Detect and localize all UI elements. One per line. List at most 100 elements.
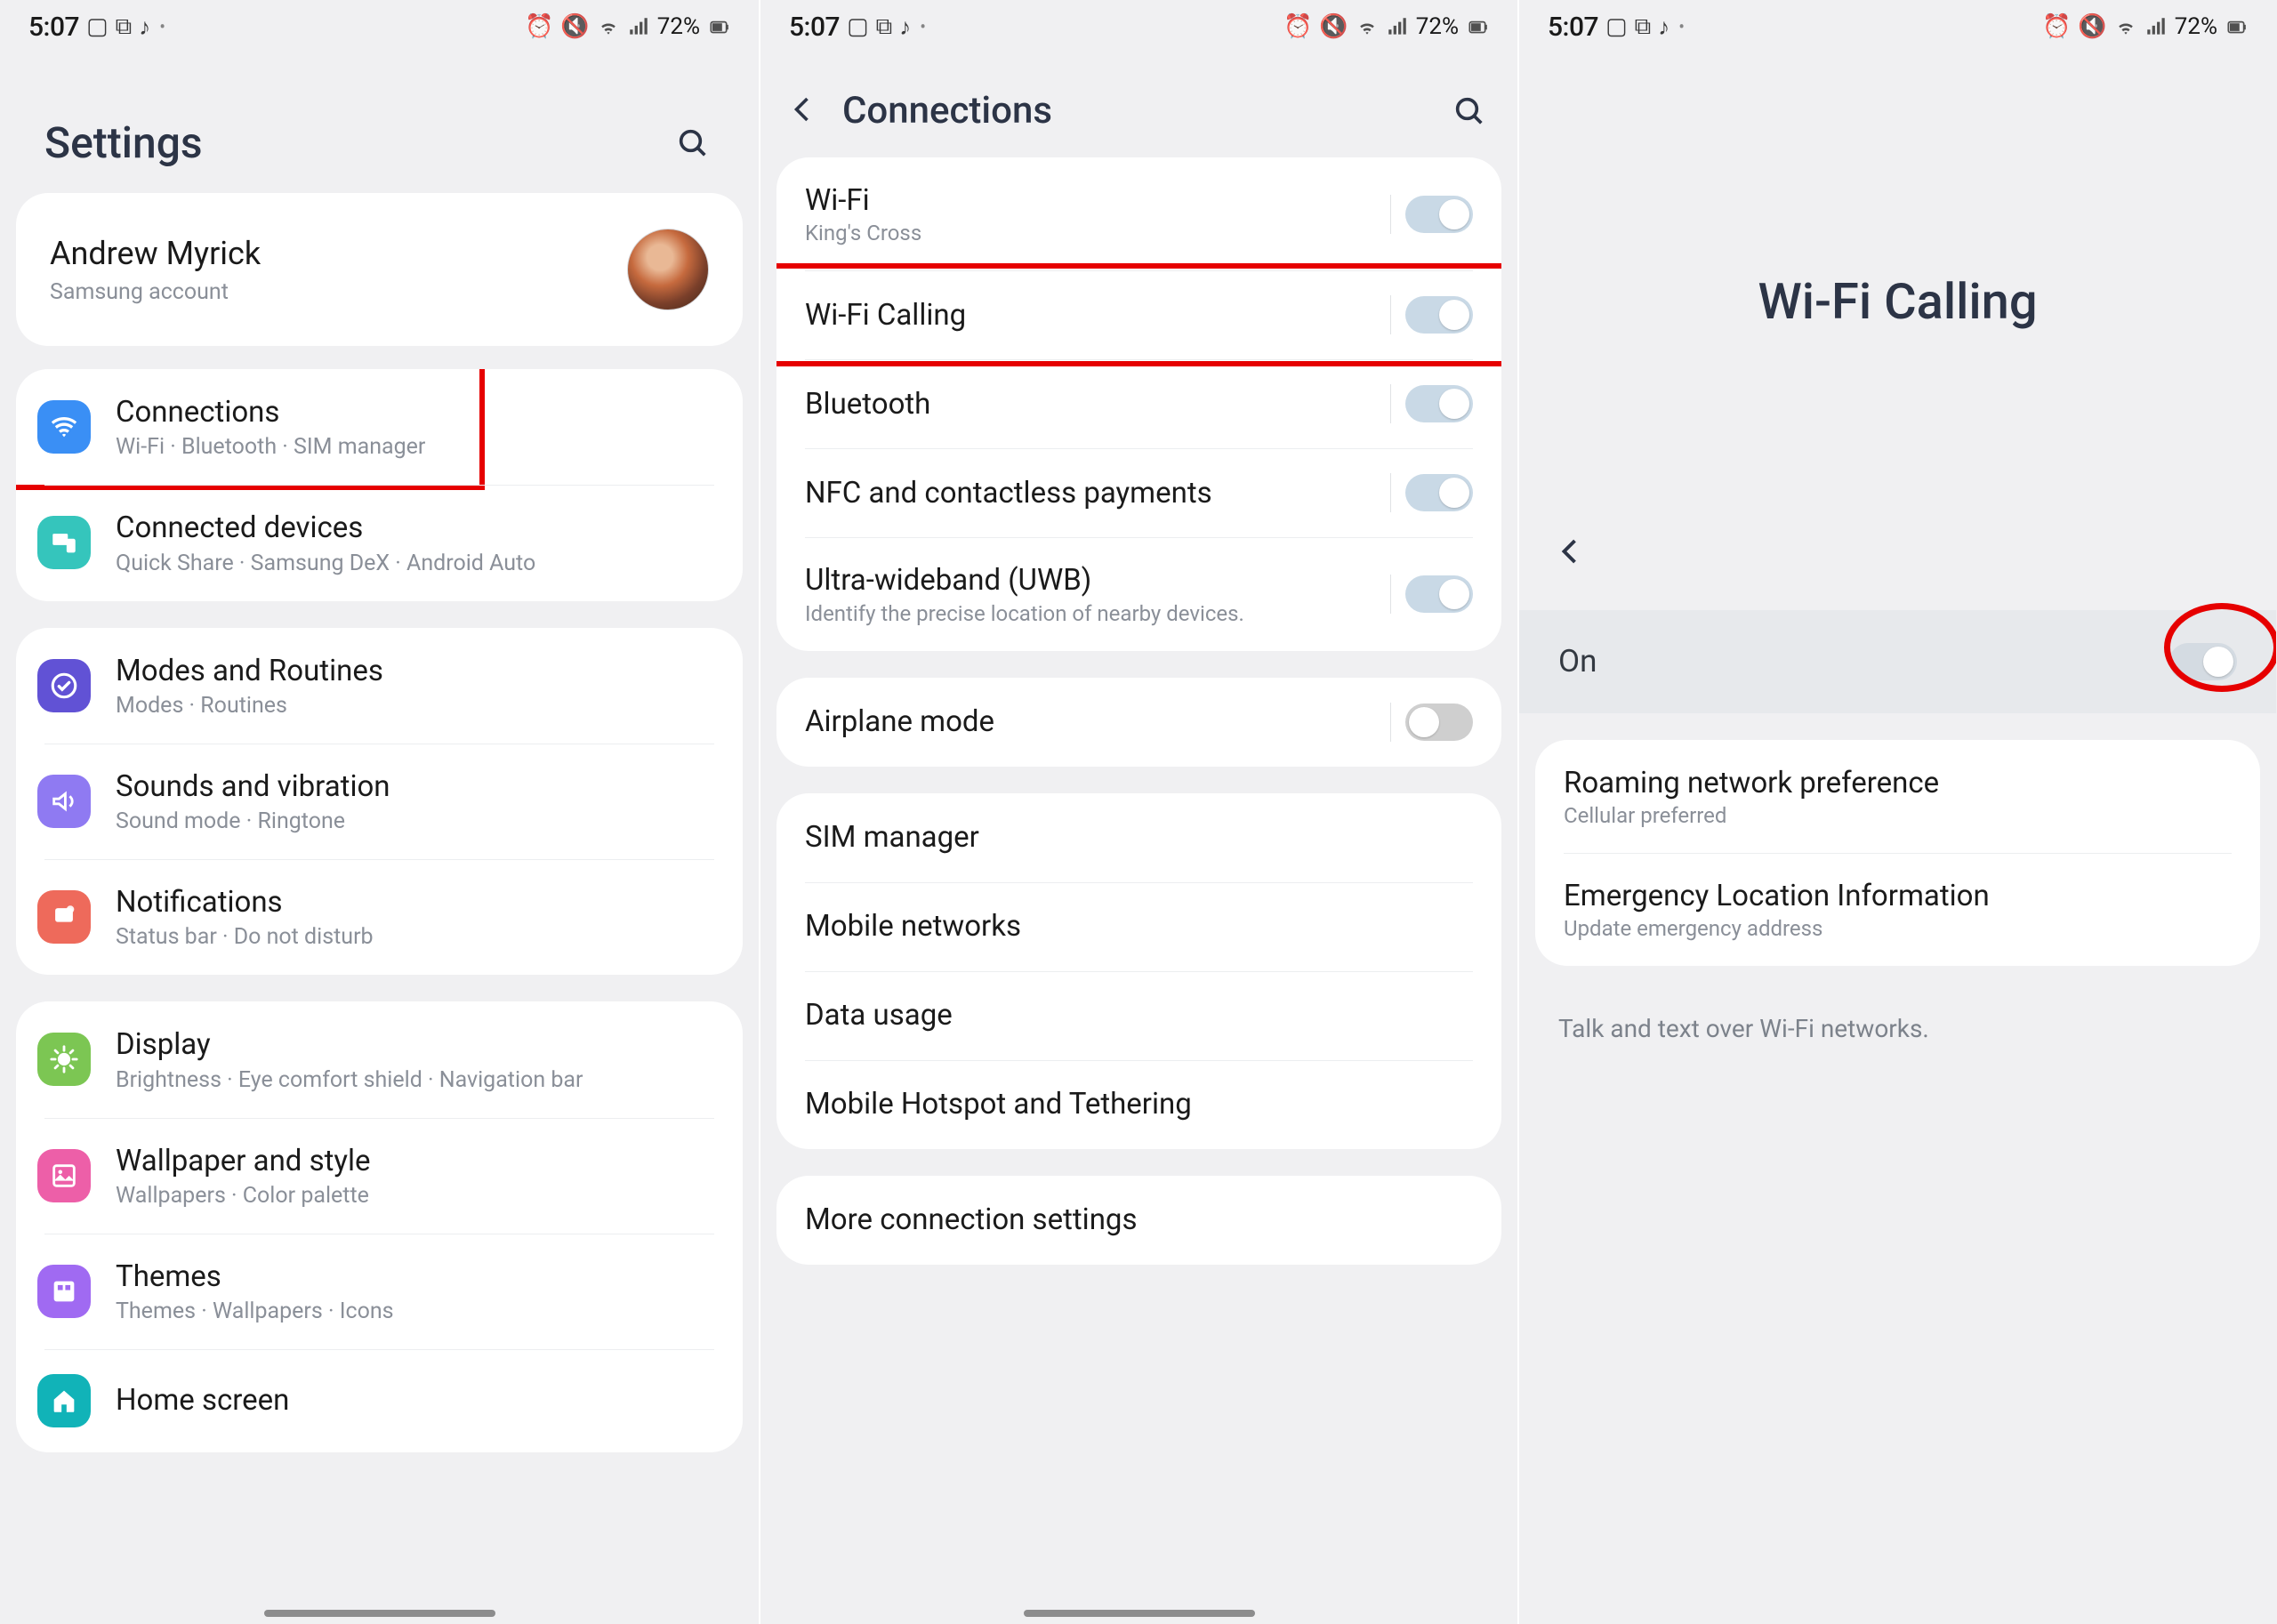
screen-connections: 5:07 ▢ ⧉ ♪ • ⏰ 🔇 72% Connections Wi-FiKi…	[759, 0, 1517, 1624]
row-airplane[interactable]: Airplane mode	[776, 678, 1501, 767]
status-time: 5:07	[28, 12, 79, 43]
settings-row-sounds[interactable]: Sounds and vibration Sound mode · Ringto…	[16, 744, 743, 859]
row-title: Wi-Fi	[805, 182, 1390, 219]
signal-icon	[2144, 15, 2168, 38]
row-sub: Wi-Fi · Bluetooth · SIM manager	[116, 434, 714, 460]
row-title: Wi-Fi Calling	[805, 297, 1390, 334]
row-wifi-calling[interactable]: Wi-Fi Calling	[776, 270, 1501, 359]
row-title: SIM manager	[805, 819, 1473, 856]
settings-row-wallpaper[interactable]: Wallpaper and style Wallpapers · Color p…	[16, 1118, 743, 1234]
settings-row-notifications[interactable]: Notifications Status bar · Do not distur…	[16, 859, 743, 975]
home-indicator[interactable]	[264, 1610, 495, 1617]
more-icon: •	[1678, 16, 1685, 37]
airplane-toggle[interactable]	[1405, 703, 1473, 741]
avatar[interactable]	[627, 229, 709, 310]
row-data[interactable]: Data usage	[776, 971, 1501, 1060]
row-e911[interactable]: Emergency Location InformationUpdate eme…	[1535, 853, 2260, 966]
row-title: Bluetooth	[805, 386, 1390, 422]
screenshot-icon: ⧉	[1635, 13, 1652, 41]
row-title: Connections	[116, 394, 714, 430]
row-roaming[interactable]: Roaming network preferenceCellular prefe…	[1535, 740, 2260, 853]
battery-icon	[2225, 15, 2248, 38]
sounds-icon	[37, 775, 91, 828]
settings-group: Connections Wi-Fi · Bluetooth · SIM mana…	[16, 369, 743, 601]
divider	[1390, 384, 1391, 423]
row-title: Emergency Location Information	[1564, 878, 2232, 914]
connections-header: Connections	[760, 50, 1517, 157]
alarm-icon: ⏰	[525, 13, 553, 40]
back-button[interactable]	[787, 93, 819, 129]
row-title: Connected devices	[116, 510, 714, 546]
music-icon: ♪	[899, 13, 911, 41]
settings-row-display[interactable]: Display Brightness · Eye comfort shield …	[16, 1001, 743, 1117]
search-icon	[1452, 93, 1487, 129]
row-title: Ultra-wideband (UWB)	[805, 562, 1390, 599]
row-sim[interactable]: SIM manager	[776, 793, 1501, 882]
signal-icon	[627, 15, 650, 38]
master-toggle-row[interactable]: On	[1519, 610, 2276, 713]
wifi-calling-options: Roaming network preferenceCellular prefe…	[1535, 740, 2260, 967]
settings-row-modes[interactable]: Modes and Routines Modes · Routines	[16, 628, 743, 744]
modes-icon	[37, 659, 91, 712]
row-title: Themes	[116, 1258, 714, 1295]
row-mobile[interactable]: Mobile networks	[776, 882, 1501, 971]
row-title: Mobile Hotspot and Tethering	[805, 1086, 1473, 1122]
account-row[interactable]: Andrew Myrick Samsung account	[16, 193, 743, 346]
gallery-icon: ▢	[86, 13, 109, 40]
account-sub: Samsung account	[50, 279, 261, 305]
back-button[interactable]	[1519, 535, 2276, 610]
connections-group-3: SIM manager Mobile networks Data usage Mobi…	[776, 793, 1501, 1149]
battery-icon	[1466, 15, 1489, 38]
master-toggle[interactable]	[2169, 643, 2237, 680]
search-button[interactable]	[672, 122, 714, 165]
themes-icon	[37, 1265, 91, 1318]
row-wifi[interactable]: Wi-FiKing's Cross	[776, 157, 1501, 270]
row-title: Notifications	[116, 884, 714, 921]
wifi-icon	[2114, 15, 2137, 38]
row-hotspot[interactable]: Mobile Hotspot and Tethering	[776, 1060, 1501, 1149]
connections-group-4: More connection settings	[776, 1176, 1501, 1265]
status-bar: 5:07 ▢ ⧉ ♪ • ⏰ 🔇 72%	[760, 0, 1517, 50]
hint-text: Talk and text over Wi-Fi networks.	[1519, 993, 2276, 1065]
wifi-icon	[1356, 15, 1379, 38]
home-indicator[interactable]	[1024, 1610, 1255, 1617]
row-bluetooth[interactable]: Bluetooth	[776, 359, 1501, 448]
wifi-toggle[interactable]	[1405, 196, 1473, 233]
row-uwb[interactable]: Ultra-wideband (UWB)Identify the precise…	[776, 537, 1501, 650]
alarm-icon: ⏰	[1283, 13, 1312, 40]
settings-row-connections[interactable]: Connections Wi-Fi · Bluetooth · SIM mana…	[16, 369, 743, 485]
row-more[interactable]: More connection settings	[776, 1176, 1501, 1265]
status-bar: 5:07 ▢ ⧉ ♪ • ⏰ 🔇 72%	[0, 0, 759, 50]
row-title: Display	[116, 1026, 714, 1063]
page-title: Wi-Fi Calling	[1519, 50, 2276, 535]
account-name: Andrew Myrick	[50, 235, 261, 272]
home-icon	[37, 1374, 91, 1427]
battery-icon	[707, 15, 730, 38]
nfc-toggle[interactable]	[1405, 474, 1473, 511]
row-title: Airplane mode	[805, 703, 1390, 740]
settings-row-connected-devices[interactable]: Connected devices Quick Share · Samsung …	[16, 485, 743, 600]
wifi-calling-toggle[interactable]	[1405, 296, 1473, 334]
search-button[interactable]	[1448, 90, 1491, 133]
bluetooth-toggle[interactable]	[1405, 385, 1473, 422]
screen-settings: 5:07 ▢ ⧉ ♪ • ⏰ 🔇 72% Settings Andrew Myr…	[0, 0, 759, 1624]
row-nfc[interactable]: NFC and contactless payments	[776, 448, 1501, 537]
row-title: Mobile networks	[805, 908, 1473, 945]
gallery-icon: ▢	[1605, 13, 1628, 40]
wifi-icon	[597, 15, 620, 38]
screen-wifi-calling: 5:07 ▢ ⧉ ♪ • ⏰ 🔇 72% Wi-Fi Calling On Ro…	[1517, 0, 2276, 1624]
mute-icon: 🔇	[2078, 13, 2106, 40]
divider	[1390, 703, 1391, 742]
row-sub: Modes · Routines	[116, 693, 714, 719]
wallpaper-icon	[37, 1149, 91, 1202]
battery-text: 72%	[1416, 13, 1459, 40]
uwb-toggle[interactable]	[1405, 575, 1473, 613]
row-title: Wallpaper and style	[116, 1143, 714, 1179]
row-title: Sounds and vibration	[116, 768, 714, 805]
divider	[1390, 295, 1391, 334]
settings-row-themes[interactable]: Themes Themes · Wallpapers · Icons	[16, 1234, 743, 1349]
row-title: Home screen	[116, 1382, 714, 1419]
row-sub: Quick Share · Samsung DeX · Android Auto	[116, 551, 714, 576]
settings-row-home[interactable]: Home screen	[16, 1349, 743, 1452]
row-sub: Cellular preferred	[1564, 803, 2232, 828]
